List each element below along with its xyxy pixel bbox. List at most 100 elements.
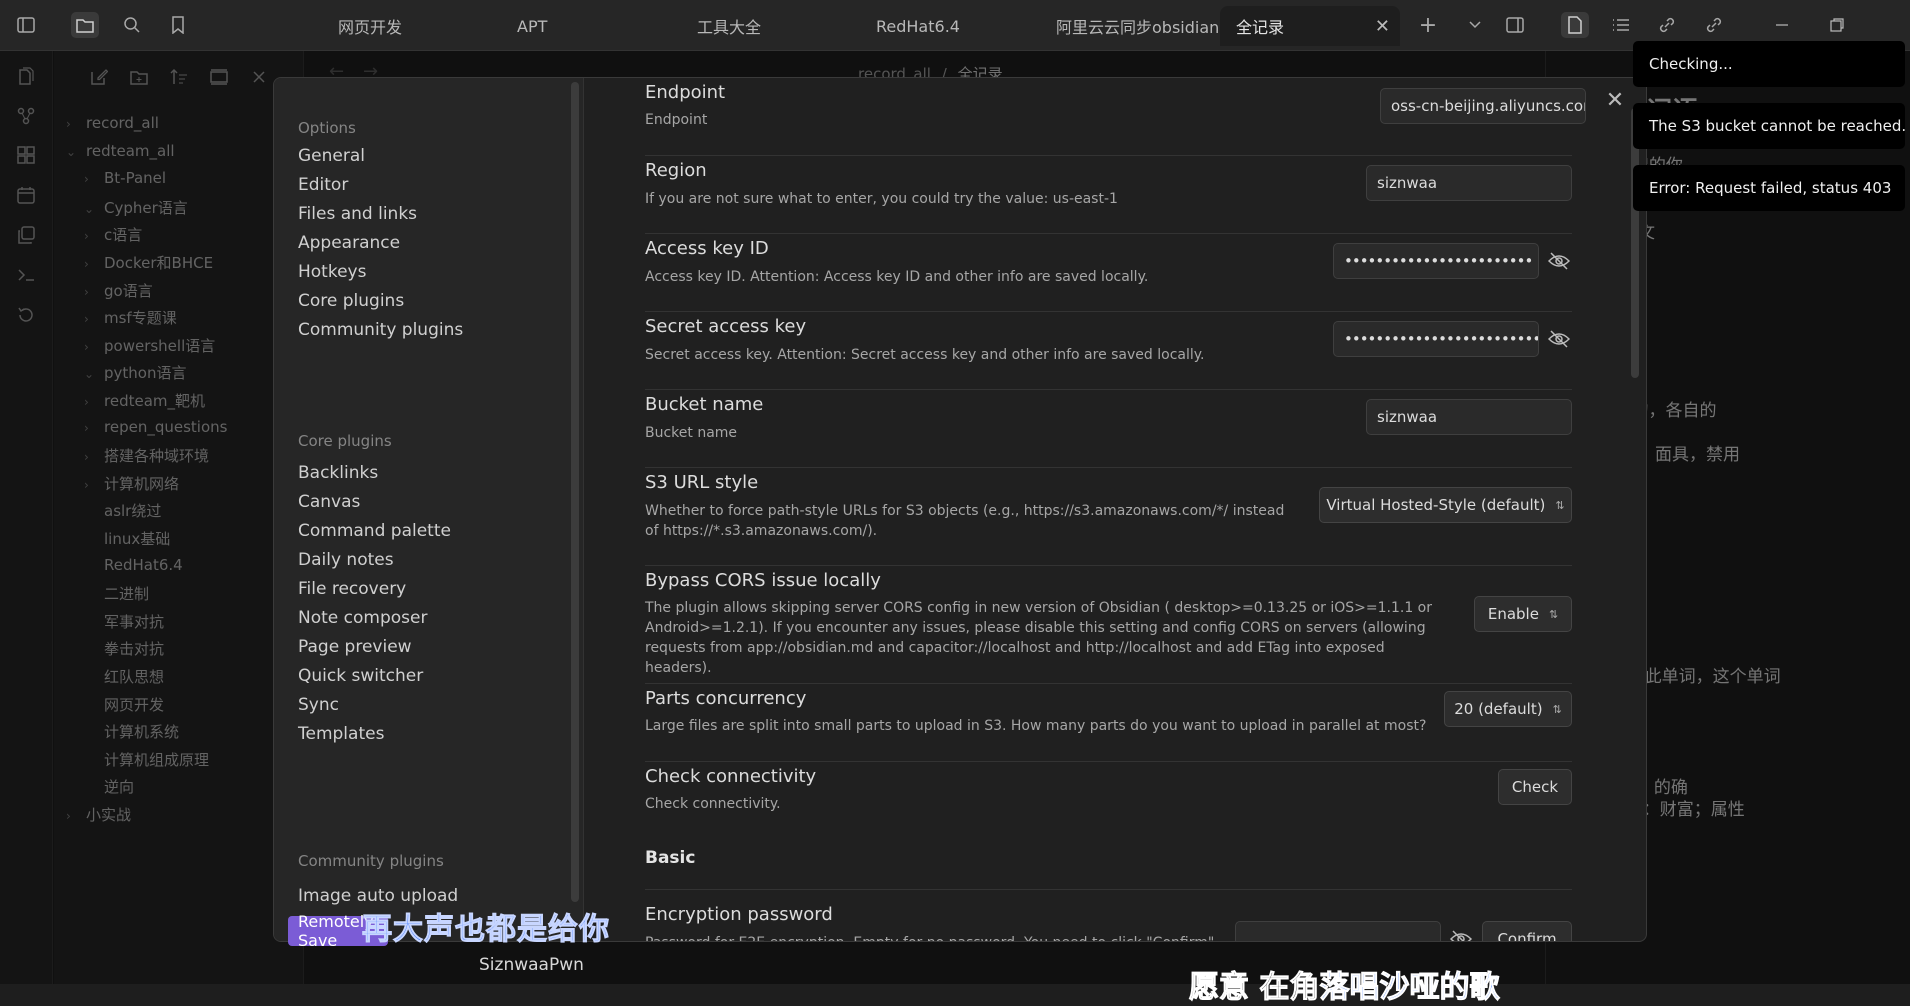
select-arrows-icon: ⇅ [1552,702,1562,716]
sidebar-item-editor[interactable]: Editor [298,175,348,195]
core-plugins-heading: Core plugins [298,432,392,450]
sidebar-item-community-plugins[interactable]: Community plugins [298,320,463,340]
sidebar-item-note-composer[interactable]: Note composer [298,608,427,628]
tab-2[interactable]: APT [501,6,681,46]
outgoing-links-icon[interactable] [1700,12,1728,38]
tab-label: 网页开发 [338,18,403,37]
sidebar-item-image-auto-upload[interactable]: Image auto upload [298,886,458,906]
sidebar-item-general[interactable]: General [298,146,365,166]
sidebar-item-sync[interactable]: Sync [298,695,339,715]
tab-3[interactable]: 工具大全 [681,6,861,46]
sidebar-item-core-plugins[interactable]: Core plugins [298,291,404,311]
sidebar-item-command-palette[interactable]: Command palette [298,521,451,541]
url-style-select[interactable]: Virtual Hosted-Style (default) ⇅ [1319,487,1572,523]
close-tab-icon[interactable]: ✕ [1375,16,1390,37]
tab-1[interactable]: 网页开发 [322,6,502,46]
select-value: Enable [1487,605,1539,623]
select-arrows-icon: ⇅ [1555,498,1565,512]
select-value: Virtual Hosted-Style (default) [1326,496,1546,514]
setting-desc: Access key ID. Attention: Access key ID … [645,269,1149,285]
tab-list-chevron-icon[interactable] [1461,12,1489,38]
sidebar-toggle-icon[interactable] [12,12,40,38]
access-key-input[interactable]: •••••••••••••••••••••••• [1333,243,1539,279]
tab-label: 工具大全 [697,18,762,37]
setting-name: Encryption password [645,904,833,925]
setting-desc: Whether to force path-style URLs for S3 … [645,503,1285,539]
tab-label: APT [517,16,548,36]
title-bar: 网页开发 APT 工具大全 RedHat6.4 阿里云云同步obsidian 全… [0,0,1910,51]
select-arrows-icon: ⇅ [1548,607,1559,621]
list-icon[interactable] [1607,12,1635,38]
tab-label: 阿里云云同步obsidian [1056,18,1220,37]
new-tab-icon[interactable]: + [1414,12,1442,38]
select-value: 20 (default) [1454,700,1543,718]
setting-desc: If you are not sure what to enter, you c… [645,191,1118,207]
settings-modal: Options General Editor Files and links Appe… [273,77,1647,942]
tab-4[interactable]: RedHat6.4 [860,6,1040,46]
check-button[interactable]: Check [1498,769,1572,805]
subtitle-line-2: 愿意 在角落唱沙哑的歌 [1188,962,1500,1006]
setting-name: Endpoint [645,82,726,103]
notice-error-403: Error: Request failed, status 403 [1633,165,1905,211]
backlinks-icon[interactable] [1653,12,1681,38]
folder-icon[interactable] [71,12,99,38]
setting-name: Access key ID [645,238,769,259]
setting-desc: Bucket name [645,425,738,441]
setting-name: Bucket name [645,394,764,415]
sidebar-item-backlinks[interactable]: Backlinks [298,463,378,483]
subtitle-line-1: 再大声也都是给你 [362,912,610,948]
eye-off-icon[interactable] [1546,326,1572,352]
community-plugins-heading: Community plugins [298,852,444,870]
setting-name: Bypass CORS issue locally [645,570,881,591]
subtitle-part: 落唱沙哑的歌 [1319,970,1500,1006]
bookmark-icon[interactable] [164,12,192,38]
right-sidebar-toggle-icon[interactable] [1501,12,1529,38]
cors-select[interactable]: Enable ⇅ [1474,596,1572,632]
setting-desc: Endpoint [645,112,708,128]
restore-icon[interactable] [1823,12,1851,38]
endpoint-input[interactable]: oss-cn-beijing.aliyuncs.com [1380,88,1586,124]
close-modal-icon[interactable]: ✕ [1602,88,1628,114]
confirm-button[interactable]: Confirm [1482,921,1572,941]
settings-sidebar: Options General Editor Files and links Appe… [274,78,584,941]
parts-select[interactable]: 20 (default) ⇅ [1444,691,1572,727]
secret-key-input[interactable]: •••••••••••••••••••••••••••••• [1333,321,1539,357]
tab-5[interactable]: 阿里云云同步obsidian [1040,6,1220,46]
tab-label: RedHat6.4 [876,16,960,36]
setting-name: Region [645,160,707,181]
setting-desc: Password for E2E encryption. Empty for n… [645,933,1219,941]
sidebar-item-appearance[interactable]: Appearance [298,233,400,253]
setting-desc: The plugin allows skipping server CORS c… [645,600,1433,676]
sidebar-item-daily-notes[interactable]: Daily notes [298,550,394,570]
sidebar-scrollbar[interactable] [571,82,579,902]
setting-desc: Check connectivity. [645,796,781,812]
notice-bucket-unreachable: The S3 bucket cannot be reached. [1633,103,1906,149]
sidebar-item-hotkeys[interactable]: Hotkeys [298,262,366,282]
setting-name: Parts concurrency [645,688,807,709]
tab-active[interactable]: 全记录 ✕ [1220,6,1400,46]
sidebar-item-page-preview[interactable]: Page preview [298,637,412,657]
sidebar-item-file-recovery[interactable]: File recovery [298,579,406,599]
setting-name: Check connectivity [645,766,817,787]
options-heading: Options [298,119,356,137]
setting-name: S3 URL style [645,472,759,493]
subtitle-part: 愿意 在角 [1188,970,1320,1006]
eye-off-icon[interactable] [1448,926,1474,941]
sidebar-item-canvas[interactable]: Canvas [298,492,360,512]
search-icon[interactable] [118,12,146,38]
encryption-password-input[interactable] [1235,921,1441,941]
minimize-icon[interactable] [1768,12,1796,38]
sidebar-item-files-and-links[interactable]: Files and links [298,204,417,224]
sidebar-item-templates[interactable]: Templates [298,724,384,744]
tab-label: 全记录 [1236,18,1285,37]
setting-desc: Large files are split into small parts t… [645,718,1427,734]
eye-off-icon[interactable] [1546,248,1572,274]
region-input[interactable]: siznwaa [1366,165,1572,201]
setting-endpoint: Endpoint Endpoint oss-cn-beijing.aliyunc… [645,78,1586,156]
file-icon[interactable] [1561,12,1589,38]
bucket-input[interactable]: siznwaa [1366,399,1572,435]
sidebar-item-quick-switcher[interactable]: Quick switcher [298,666,423,686]
setting-desc: Secret access key. Attention: Secret acc… [645,347,1205,363]
setting-name: Secret access key [645,316,807,337]
divider [645,889,1572,890]
